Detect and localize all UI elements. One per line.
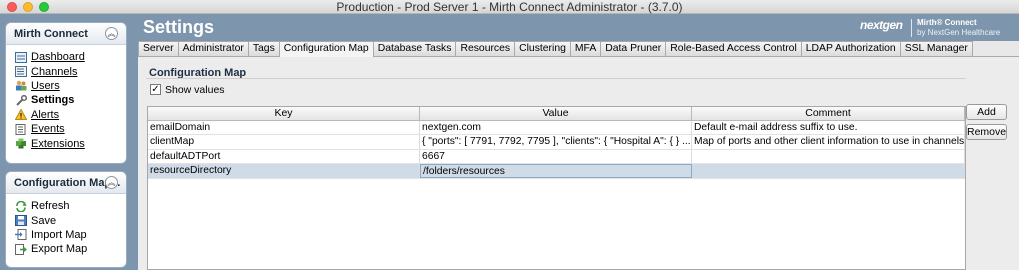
comment-cell[interactable] bbox=[692, 149, 965, 164]
sidebar-item-label: Alerts bbox=[31, 108, 60, 121]
wrench-icon bbox=[15, 94, 28, 106]
task-import-map[interactable]: Import Map bbox=[15, 228, 126, 242]
sidebar-item-channels[interactable]: Channels bbox=[15, 64, 126, 78]
export-icon bbox=[15, 243, 27, 255]
tasks-panel-header[interactable]: Configuration Map... ︽ bbox=[6, 172, 126, 194]
table-header: Key Value Comment bbox=[148, 107, 965, 121]
warning-icon bbox=[14, 108, 28, 121]
table-row[interactable]: clientMap { "ports": [ 7791, 7792, 7795 … bbox=[148, 135, 965, 150]
tab-configuration-map[interactable]: Configuration Map bbox=[279, 41, 374, 57]
refresh-icon bbox=[15, 200, 27, 213]
sidebar-item-label: Settings bbox=[31, 94, 75, 107]
task-label: Refresh bbox=[31, 200, 70, 213]
puzzle-icon bbox=[15, 138, 27, 149]
task-label: Save bbox=[31, 214, 57, 227]
sidebar-item-users[interactable]: Users bbox=[15, 79, 126, 93]
sidebar-item-label: Channels bbox=[31, 65, 78, 78]
sidebar-item-label: Events bbox=[31, 123, 65, 136]
task-save[interactable]: Save bbox=[15, 213, 126, 227]
navigation-panel-header[interactable]: Mirth Connect ︽ bbox=[6, 23, 126, 45]
add-button[interactable]: Add bbox=[966, 104, 1007, 120]
page-title: Settings bbox=[143, 17, 215, 37]
tab-database-tasks[interactable]: Database Tasks bbox=[373, 41, 457, 56]
tasks-list: Refresh Save Import Map Export Map bbox=[6, 194, 126, 257]
column-header-comment[interactable]: Comment bbox=[692, 107, 965, 120]
configuration-map-panel: Configuration Map ✓ Show values Key Valu… bbox=[138, 57, 1019, 270]
sidebar-item-settings[interactable]: Settings bbox=[15, 93, 126, 107]
settings-tabs: Server Administrator Tags Configuration … bbox=[138, 41, 1019, 57]
key-cell[interactable]: clientMap bbox=[148, 135, 420, 149]
sidebar-item-extensions[interactable]: Extensions bbox=[15, 136, 126, 150]
task-export-map[interactable]: Export Map bbox=[15, 242, 126, 256]
value-cell[interactable]: 6667 bbox=[420, 149, 692, 164]
table-row[interactable]: defaultADTPort 6667 bbox=[148, 149, 965, 165]
chevron-up-icon[interactable]: ︽ bbox=[105, 176, 118, 189]
sidebar-item-label: Users bbox=[31, 79, 60, 92]
chevron-up-icon[interactable]: ︽ bbox=[105, 27, 118, 40]
show-values-checkbox[interactable]: ✓ bbox=[150, 84, 161, 95]
import-icon bbox=[15, 229, 27, 241]
save-icon bbox=[15, 215, 27, 227]
sidebar-item-dashboard[interactable]: Dashboard bbox=[15, 50, 126, 64]
tab-clustering[interactable]: Clustering bbox=[515, 41, 571, 56]
key-cell[interactable]: emailDomain bbox=[148, 121, 420, 135]
tab-administrator[interactable]: Administrator bbox=[178, 41, 249, 56]
column-header-value[interactable]: Value bbox=[420, 107, 692, 120]
tab-role-based-access-control[interactable]: Role-Based Access Control bbox=[666, 41, 802, 56]
tasks-panel: Configuration Map... ︽ Refresh Save Impo… bbox=[5, 171, 127, 268]
tab-ldap-authorization[interactable]: LDAP Authorization bbox=[801, 41, 901, 56]
window-title: Production - Prod Server 1 - Mirth Conne… bbox=[336, 0, 683, 14]
channels-icon bbox=[15, 66, 27, 78]
task-refresh[interactable]: Refresh bbox=[15, 199, 126, 213]
tab-data-pruner[interactable]: Data Pruner bbox=[601, 41, 667, 56]
section-divider bbox=[146, 78, 966, 79]
comment-cell[interactable]: Default e-mail address suffix to use. bbox=[692, 121, 965, 135]
window-titlebar: Production - Prod Server 1 - Mirth Conne… bbox=[0, 0, 1019, 14]
value-cell[interactable]: nextgen.com bbox=[420, 121, 692, 135]
tab-ssl-manager[interactable]: SSL Manager bbox=[900, 41, 973, 56]
remove-button[interactable]: Remove bbox=[966, 124, 1007, 140]
navigation-panel: Mirth Connect ︽ Dashboard Channels Users bbox=[5, 22, 127, 164]
brand-subtitle: by NextGen Healthcare bbox=[917, 28, 1001, 37]
brand-divider bbox=[911, 19, 912, 37]
dashboard-icon bbox=[15, 51, 27, 63]
configuration-map-table: Key Value Comment emailDomain nextgen.co… bbox=[147, 106, 966, 270]
brand-name: Mirth® Connect bbox=[917, 18, 977, 27]
navigation-panel-title: Mirth Connect bbox=[14, 28, 88, 40]
table-row-selected[interactable]: resourceDirectory /folders/resources bbox=[148, 164, 965, 179]
sidebar-item-events[interactable]: Events bbox=[15, 122, 126, 136]
key-cell[interactable]: resourceDirectory bbox=[148, 164, 420, 178]
task-label: Export Map bbox=[31, 243, 88, 256]
tab-server[interactable]: Server bbox=[138, 41, 179, 56]
value-cell[interactable]: { "ports": [ 7791, 7792, 7795 ], "client… bbox=[420, 135, 692, 149]
task-label: Import Map bbox=[31, 228, 87, 241]
sidebar-item-label: Dashboard bbox=[31, 51, 85, 64]
tab-mfa[interactable]: MFA bbox=[570, 41, 602, 56]
show-values-label[interactable]: Show values bbox=[165, 84, 225, 96]
brand-logo: nextgen bbox=[860, 18, 903, 32]
users-icon bbox=[15, 80, 27, 91]
sidebar-item-label: Extensions bbox=[31, 137, 85, 150]
tab-tags[interactable]: Tags bbox=[248, 41, 280, 56]
tab-resources[interactable]: Resources bbox=[456, 41, 516, 56]
comment-cell[interactable]: Map of ports and other client informatio… bbox=[692, 135, 965, 149]
value-cell[interactable]: /folders/resources bbox=[420, 164, 692, 178]
column-header-key[interactable]: Key bbox=[148, 107, 420, 120]
key-cell[interactable]: defaultADTPort bbox=[148, 149, 420, 164]
sidebar-item-alerts[interactable]: Alerts bbox=[14, 108, 126, 122]
comment-cell[interactable] bbox=[692, 164, 965, 178]
table-row[interactable]: emailDomain nextgen.com Default e-mail a… bbox=[148, 121, 965, 136]
events-icon bbox=[15, 123, 27, 135]
page-header: Settings nextgen Mirth® Connect by NextG… bbox=[133, 15, 1019, 41]
navigation-list: Dashboard Channels Users Settings Alerts bbox=[6, 45, 126, 151]
